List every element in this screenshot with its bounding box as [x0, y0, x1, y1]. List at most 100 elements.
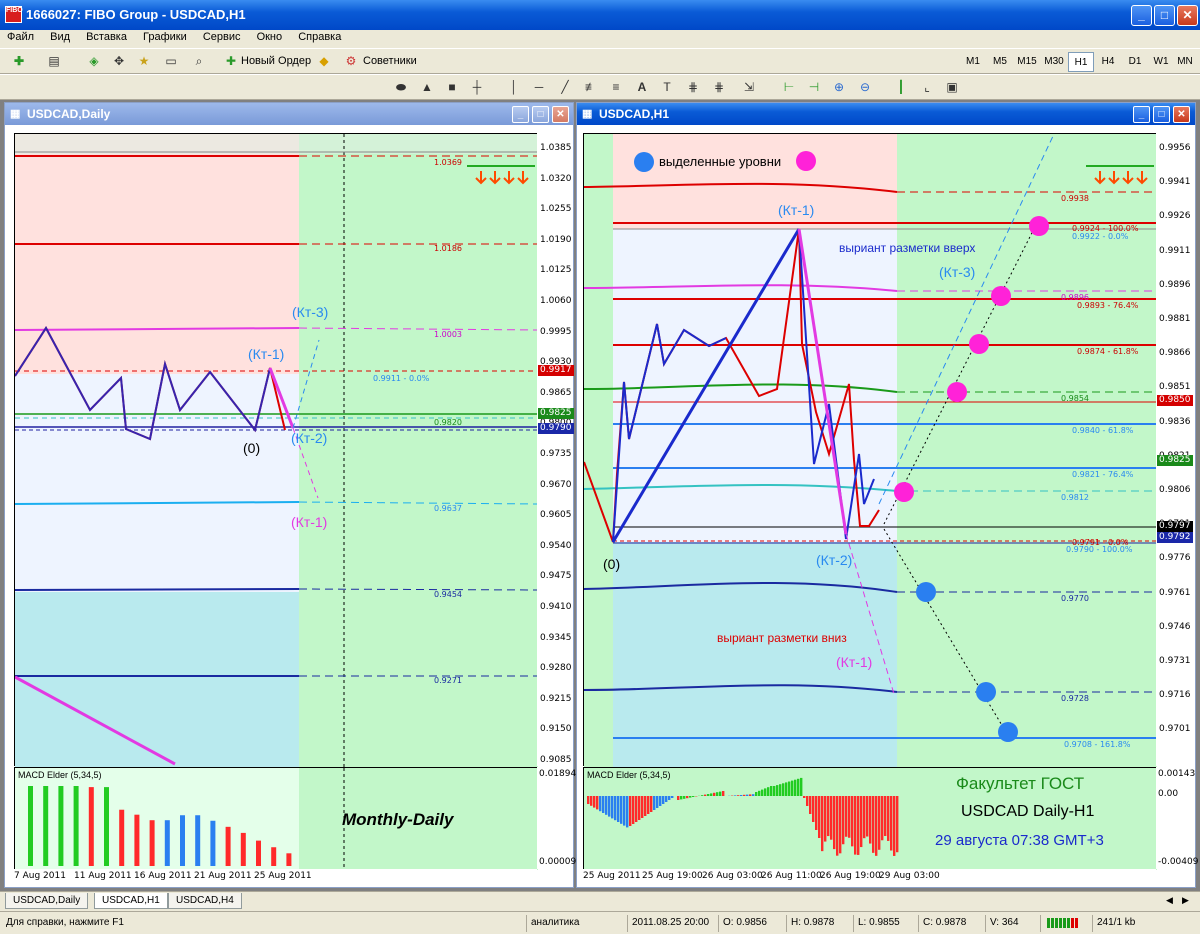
bar-chart-icon[interactable]: ┃ [892, 78, 910, 96]
timeframe-w1[interactable]: W1 [1148, 52, 1174, 72]
daily-fib-label: 0.9911 - 0.0% [373, 374, 430, 383]
menu-service[interactable]: Сервис [197, 30, 247, 44]
macd-bar [803, 796, 806, 798]
fibo-levels-icon[interactable]: ≡ [607, 78, 625, 96]
profiles-icon[interactable]: ▤ [45, 52, 63, 70]
timeframe-m30[interactable]: M30 [1041, 52, 1067, 72]
chart-window-daily[interactable]: ▦ USDCAD,Daily _ □ ✕ 1.0369 1.0186 1.000… [4, 102, 576, 888]
timeframe-m15[interactable]: M15 [1014, 52, 1040, 72]
trendline-icon[interactable]: ╱ [556, 78, 574, 96]
macd-bar [896, 796, 899, 853]
tester-icon[interactable]: ⌕ [190, 52, 208, 70]
timeframe-m1[interactable]: M1 [960, 52, 986, 72]
expert-warning-icon[interactable]: ◆ [315, 52, 333, 70]
wave-label-kt1-down: (Кт-1) [291, 514, 328, 530]
chart-shift-icon[interactable]: ⊢ [780, 78, 798, 96]
zoom-out-icon[interactable]: ⊖ [856, 78, 874, 96]
text-tool-icon[interactable]: A [633, 78, 651, 96]
chart-window-daily-titlebar[interactable]: ▦ USDCAD,Daily _ □ ✕ [5, 103, 573, 125]
timeframe-h4[interactable]: H4 [1095, 52, 1121, 72]
fibo-time-icon[interactable]: ⋕ [684, 78, 702, 96]
date-tick: 26 Aug 11:00 [761, 871, 822, 881]
advisors-button[interactable]: ⚙ Советники [340, 51, 418, 71]
tabs-scroll-left-icon[interactable]: ◀ [1166, 895, 1173, 906]
tab-usdcad-h1[interactable]: USDCAD,H1 [94, 893, 168, 909]
daily-price-plot[interactable]: 1.0369 1.0186 1.0003 0.9911 - 0.0% 0.982… [14, 133, 538, 767]
daily-macd-panel[interactable]: MACD Elder (5,34,5) Monthly-Daily [14, 767, 538, 870]
macd-bar [596, 796, 599, 810]
gann-icon[interactable]: ⋕ [710, 78, 728, 96]
macd-bar [689, 796, 692, 798]
macd-bar [770, 786, 773, 796]
highlighted-levels-legend: выделенные уровни [659, 154, 782, 169]
macd-bar [656, 796, 659, 808]
arrows-icon[interactable]: ⇲ [740, 78, 758, 96]
tabs-scroll-right-icon[interactable]: ▶ [1182, 895, 1189, 906]
menu-file[interactable]: Файл [1, 30, 40, 44]
menu-insert[interactable]: Вставка [80, 30, 133, 44]
price-tick: 0.9716 [1159, 690, 1191, 701]
menu-view[interactable]: Вид [44, 30, 76, 44]
h1-fib-label: 0.9840 - 61.8% [1072, 426, 1134, 435]
menu-window[interactable]: Окно [251, 30, 289, 44]
h1-price-plot[interactable]: выделенные уровни 0.9938 0.9924 - 100.0%… [583, 133, 1157, 767]
horizontal-line-icon[interactable]: ─ [530, 78, 548, 96]
fibo-fan-icon[interactable]: ≢ [582, 78, 600, 96]
new-order-button[interactable]: ✚ Новый Ордер [220, 51, 312, 71]
navigator-icon[interactable]: ✥ [110, 52, 128, 70]
ellipse-icon[interactable]: ⬬ [392, 78, 410, 96]
rectangle-icon[interactable]: ■ [443, 78, 461, 96]
zoom-in-icon[interactable]: ⊕ [830, 78, 848, 96]
market-watch-icon[interactable]: ◈ [85, 52, 103, 70]
minimize-button[interactable]: _ [1131, 5, 1152, 26]
new-chart-icon[interactable]: ✚ [10, 52, 28, 70]
macd-bar [779, 784, 782, 796]
daily-caption: Monthly-Daily [342, 810, 454, 829]
status-datetime: 2011.08.25 20:00 [627, 915, 709, 932]
macd-bar [88, 787, 94, 866]
timeframe-mn[interactable]: MN [1172, 52, 1198, 72]
timeframe-h1[interactable]: H1 [1068, 52, 1094, 72]
macd-bar [629, 796, 632, 826]
macd-bar [815, 796, 818, 830]
menu-charts[interactable]: Графики [137, 30, 193, 44]
maximize-button[interactable]: □ [1154, 5, 1175, 26]
h1-maximize-button[interactable]: □ [1153, 106, 1170, 123]
h1-macd-panel[interactable]: MACD Elder (5,34,5) Факультет ГОСТ USDCA… [583, 767, 1157, 870]
tab-usdcad-daily[interactable]: USDCAD,Daily [5, 893, 89, 909]
close-button[interactable]: ✕ [1177, 5, 1198, 26]
timeframe-d1[interactable]: D1 [1122, 52, 1148, 72]
h1-minimize-button[interactable]: _ [1133, 106, 1150, 123]
wave-label-kt1-down: (Кт-1) [836, 654, 873, 670]
crosshair-icon[interactable]: ┼ [468, 78, 486, 96]
favorites-icon[interactable]: ★ [135, 52, 153, 70]
menu-help[interactable]: Справка [292, 30, 347, 44]
macd-bar [593, 796, 596, 808]
chart-window-h1[interactable]: ▦ USDCAD,H1 _ □ ✕ выделенные уровни 0.99… [576, 102, 1198, 888]
macd-bar [602, 796, 605, 813]
autoscroll-icon[interactable]: ⊣ [805, 78, 823, 96]
daily-minimize-button[interactable]: _ [512, 106, 529, 123]
timeframe-m5[interactable]: M5 [987, 52, 1013, 72]
templates-icon[interactable]: ▣ [943, 78, 961, 96]
vertical-line-icon[interactable]: │ [505, 78, 523, 96]
h1-close-button[interactable]: ✕ [1173, 106, 1190, 123]
daily-close-button[interactable]: ✕ [552, 106, 569, 123]
macd-bar [650, 796, 653, 812]
text-label-icon[interactable]: T [658, 78, 676, 96]
macd-bar [701, 795, 704, 796]
line-chart-icon[interactable]: ⌞ [918, 78, 936, 96]
drawing-toolbar: ⬬ ▲ ■ ┼ │ ─ ╱ ≢ ≡ A T ⋕ ⋕ ⇲ ⊢ ⊣ ⊕ ⊖ ┃ ⌞ … [0, 74, 1200, 100]
macd-bar [746, 794, 749, 796]
triangle-icon[interactable]: ▲ [418, 78, 436, 96]
chart-window-h1-titlebar[interactable]: ▦ USDCAD,H1 _ □ ✕ [577, 103, 1195, 125]
macd-bar [806, 796, 809, 806]
chart-window-icon: ▦ [10, 108, 21, 120]
status-high: H: 0.9878 [786, 915, 834, 932]
tab-usdcad-h4[interactable]: USDCAD,H4 [168, 893, 242, 909]
terminal-icon[interactable]: ▭ [162, 52, 180, 70]
daily-maximize-button[interactable]: □ [532, 106, 549, 123]
macd-bar [683, 796, 686, 799]
price-tick: 0.9150 [540, 724, 572, 735]
price-label: 0.9850 [1157, 395, 1193, 406]
